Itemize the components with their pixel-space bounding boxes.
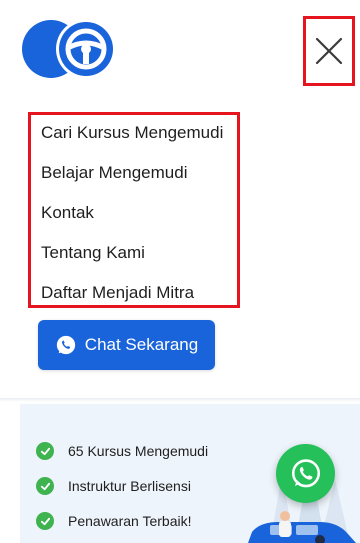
- check-icon: [36, 442, 54, 460]
- chat-now-label: Chat Sekarang: [84, 335, 199, 354]
- whatsapp-floating-button[interactable]: [276, 444, 335, 503]
- feature-item: 65 Kursus Mengemudi: [36, 442, 208, 460]
- feature-label: Instruktur Berlisensi: [68, 478, 191, 494]
- menu-item-tentang-kami[interactable]: Tentang Kami: [41, 243, 145, 263]
- menu-item-kontak[interactable]: Kontak: [41, 203, 94, 223]
- main-menu: Cari Kursus Mengemudi Belajar Mengemudi …: [28, 112, 240, 308]
- close-icon: [315, 37, 343, 65]
- feature-label: Penawaran Terbaik!: [68, 513, 192, 529]
- section-divider: [0, 398, 360, 402]
- close-menu-button[interactable]: [303, 16, 355, 86]
- feature-item: Instruktur Berlisensi: [36, 477, 191, 495]
- whatsapp-icon: [56, 335, 75, 355]
- menu-item-belajar[interactable]: Belajar Mengemudi: [41, 163, 187, 183]
- check-icon: [36, 512, 54, 530]
- logo[interactable]: [22, 18, 116, 80]
- whatsapp-icon: [291, 458, 320, 487]
- chat-now-button[interactable]: Chat Sekarang: [38, 320, 215, 370]
- check-icon: [36, 477, 54, 495]
- feature-item: Penawaran Terbaik!: [36, 512, 191, 530]
- menu-item-cari-kursus[interactable]: Cari Kursus Mengemudi: [41, 123, 223, 143]
- feature-label: 65 Kursus Mengemudi: [68, 443, 209, 459]
- menu-item-daftar-mitra[interactable]: Daftar Menjadi Mitra: [41, 283, 194, 303]
- instructor-illustration: [279, 511, 291, 537]
